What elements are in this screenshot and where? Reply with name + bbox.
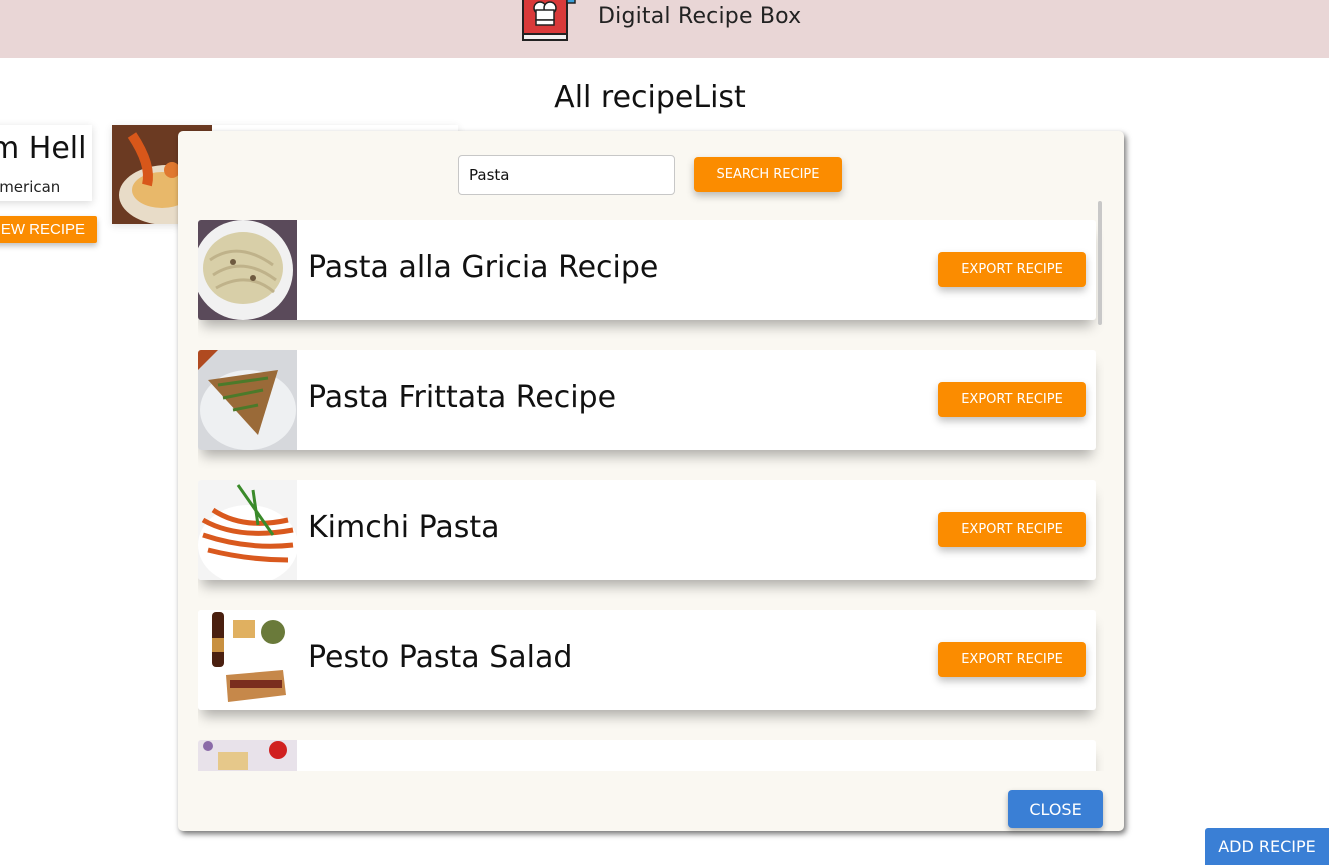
- recipe-card-title: m Hell: [0, 131, 87, 166]
- search-input[interactable]: [458, 155, 675, 195]
- export-recipe-button[interactable]: EXPORT RECIPE: [938, 642, 1086, 677]
- search-recipe-button[interactable]: SEARCH RECIPE: [694, 157, 842, 192]
- export-recipe-button[interactable]: EXPORT RECIPE: [938, 382, 1086, 417]
- recipe-thumbnail: [198, 350, 297, 450]
- list-item: Kimchi Pasta EXPORT RECIPE: [198, 480, 1096, 580]
- search-results-list[interactable]: Pasta alla Gricia Recipe EXPORT RECIPE P…: [198, 201, 1104, 771]
- recipe-name: Pasta alla Gricia Recipe: [308, 250, 659, 285]
- background-recipe-card: m Hell american: [0, 125, 92, 201]
- recipe-name: Pasta Frittata Recipe: [308, 380, 617, 415]
- app-header: Digital Recipe Box: [0, 0, 1329, 58]
- export-recipe-button[interactable]: EXPORT RECIPE: [938, 512, 1086, 547]
- recipe-thumbnail: [198, 480, 297, 580]
- results-scrollbar[interactable]: [1098, 201, 1102, 325]
- recipe-thumbnail: [198, 220, 297, 320]
- view-recipe-button[interactable]: EW RECIPE: [0, 216, 97, 243]
- list-item: Pasta alla Gricia Recipe EXPORT RECIPE: [198, 220, 1096, 320]
- export-recipe-button[interactable]: EXPORT RECIPE: [938, 252, 1086, 287]
- recipe-thumbnail: [198, 740, 297, 771]
- list-item: [198, 740, 1096, 771]
- list-item: Pasta Frittata Recipe EXPORT RECIPE: [198, 350, 1096, 450]
- add-recipe-button[interactable]: ADD RECIPE: [1205, 828, 1329, 865]
- list-item: Pesto Pasta Salad EXPORT RECIPE: [198, 610, 1096, 710]
- recipe-name: Kimchi Pasta: [308, 510, 500, 545]
- app-title: Digital Recipe Box: [598, 4, 802, 29]
- recipe-card-cuisine: american: [0, 178, 61, 196]
- page-title: All recipeList: [554, 80, 746, 115]
- chef-recipe-book-icon: [522, 0, 576, 41]
- search-modal: SEARCH RECIPE Pasta alla Gricia Recipe E…: [178, 131, 1124, 831]
- recipe-thumbnail: [198, 610, 297, 710]
- recipe-name: Pesto Pasta Salad: [308, 640, 573, 675]
- close-button[interactable]: CLOSE: [1008, 790, 1103, 828]
